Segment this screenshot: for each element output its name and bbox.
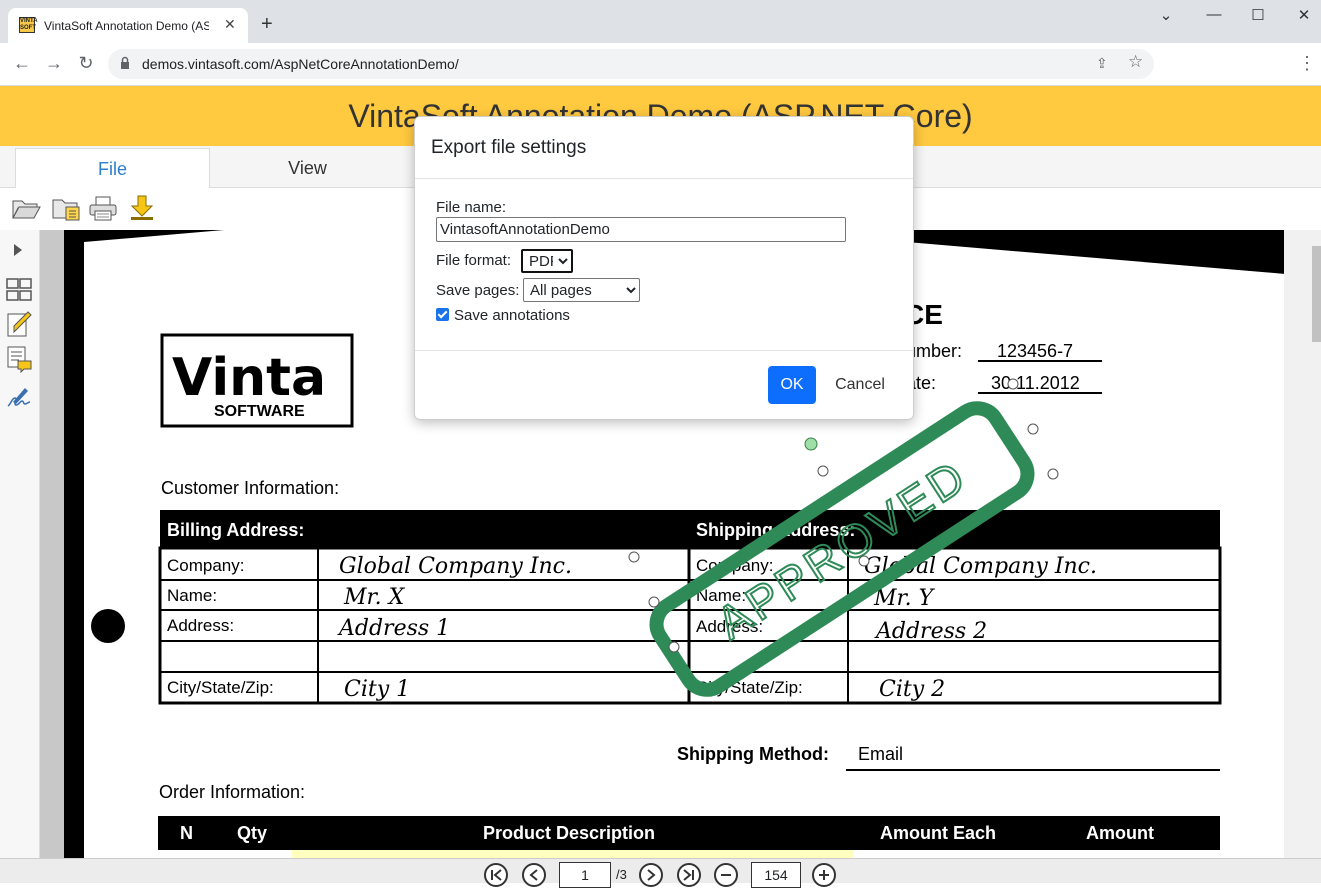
share-icon[interactable]: ⇪ [1096,55,1108,72]
export-file-settings-dialog: Export file settings File name: File for… [414,116,914,420]
lock-icon [121,56,129,69]
url-field[interactable]: demos.vintasoft.com/AspNetCoreAnnotation… [108,49,1154,79]
next-page-icon[interactable] [639,863,663,887]
shipping-method-value: Email [858,744,903,764]
zoom-out-icon[interactable] [714,863,738,887]
order-col-qty: Qty [237,823,267,843]
order-info-label: Order Information: [159,782,305,802]
order-col-n: N [180,823,193,843]
forward-icon[interactable]: → [42,53,66,74]
expand-panel-icon[interactable] [8,240,28,260]
billing-name-value: Mr. X [343,585,406,610]
zoom-input[interactable]: 154 [751,862,801,888]
left-sidebar [0,230,40,858]
logo-subtext: SOFTWARE [214,403,305,420]
tab-file[interactable]: File [15,148,210,188]
browser-menu-icon[interactable]: ⋮ [1298,53,1316,74]
reload-icon[interactable]: ↻ [74,53,98,74]
vertical-scrollbar[interactable] [1284,230,1321,858]
bookmark-star-icon[interactable]: ☆ [1128,52,1143,72]
first-page-icon[interactable] [484,863,508,887]
tab-title: VintaSoft Annotation Demo (ASP.NET Core) [44,19,209,33]
save-annotations-checkbox[interactable] [436,308,449,321]
address-bar-row: ← → ↻ demos.vintasoft.com/AspNetCoreAnno… [0,43,1321,86]
cancel-button[interactable]: Cancel [828,366,892,404]
open-file-icon[interactable] [11,194,41,222]
maximize-icon[interactable]: ☐ [1243,6,1273,24]
save-pages-label: Save pages: [436,282,520,299]
page-number-input[interactable]: 1 [559,862,611,888]
save-pages-select[interactable]: All pages [523,278,640,302]
billing-company-value: Global Company Inc. [339,554,572,579]
billing-city-value: City 1 [344,677,410,702]
tab-view[interactable]: View [210,148,405,188]
order-col-amount: Amount [1086,823,1154,843]
minimize-icon[interactable]: — [1199,6,1229,23]
zoom-in-icon[interactable] [812,863,836,887]
close-tab-icon[interactable]: ✕ [224,16,236,33]
page-navigation-bar: 1 /3 154 [0,858,1321,888]
add-file-icon[interactable] [51,194,81,222]
billing-address-value: Address 1 [337,616,450,641]
annotations-icon[interactable] [5,310,33,338]
vintasoft-favicon-icon: VINTA SOFT [19,17,38,33]
browser-tab-strip: VINTA SOFT VintaSoft Annotation Demo (AS… [0,0,1321,43]
order-col-amount-each: Amount Each [880,823,996,843]
order-col-description: Product Description [483,823,655,843]
back-icon[interactable]: ← [10,53,34,74]
shipping-address-value: Address 2 [874,619,987,644]
previous-page-icon[interactable] [522,863,546,887]
file-name-label: File name: [436,199,507,216]
shipping-city-value: City 2 [879,677,945,702]
file-format-select[interactable]: PDF [521,249,573,273]
close-window-icon[interactable]: ✕ [1289,6,1319,24]
shipping-name-value: Mr. Y [873,586,936,611]
punch-hole [91,609,125,643]
scrollbar-thumb[interactable] [1312,246,1321,342]
dialog-divider [415,178,913,179]
file-name-input[interactable] [436,217,846,242]
page-total: /3 [616,867,627,882]
dialog-title: Export file settings [431,137,587,158]
number-value: 123456-7 [997,341,1073,361]
thumbnails-icon[interactable] [5,276,33,304]
save-annotations-label: Save annotations [454,307,570,324]
download-icon[interactable] [127,194,157,222]
ok-button[interactable]: OK [768,366,816,404]
billing-label-address: Address: [167,616,234,635]
logo-text: Vinta [172,348,326,408]
last-page-icon[interactable] [677,863,701,887]
new-tab-button[interactable]: + [261,14,273,34]
billing-label-name: Name: [167,586,217,605]
shipping-method-label: Shipping Method: [677,744,829,764]
file-format-label: File format: [436,252,512,269]
comments-icon[interactable] [5,345,33,373]
browser-tab[interactable]: VINTA SOFT VintaSoft Annotation Demo (AS… [8,8,248,43]
signature-icon[interactable] [5,384,33,412]
date-value: 30.11.2012 [991,373,1080,393]
billing-label-city: City/State/Zip: [167,678,274,697]
customer-info-label: Customer Information: [161,478,339,498]
print-icon[interactable] [88,194,118,222]
billing-label-company: Company: [167,556,244,575]
chevron-down-icon[interactable]: ⌄ [1151,6,1181,24]
number-label: umber: [906,341,962,361]
url-text: demos.vintasoft.com/AspNetCoreAnnotation… [142,56,459,72]
billing-header: Billing Address: [167,520,304,540]
dialog-footer-divider [415,350,913,351]
